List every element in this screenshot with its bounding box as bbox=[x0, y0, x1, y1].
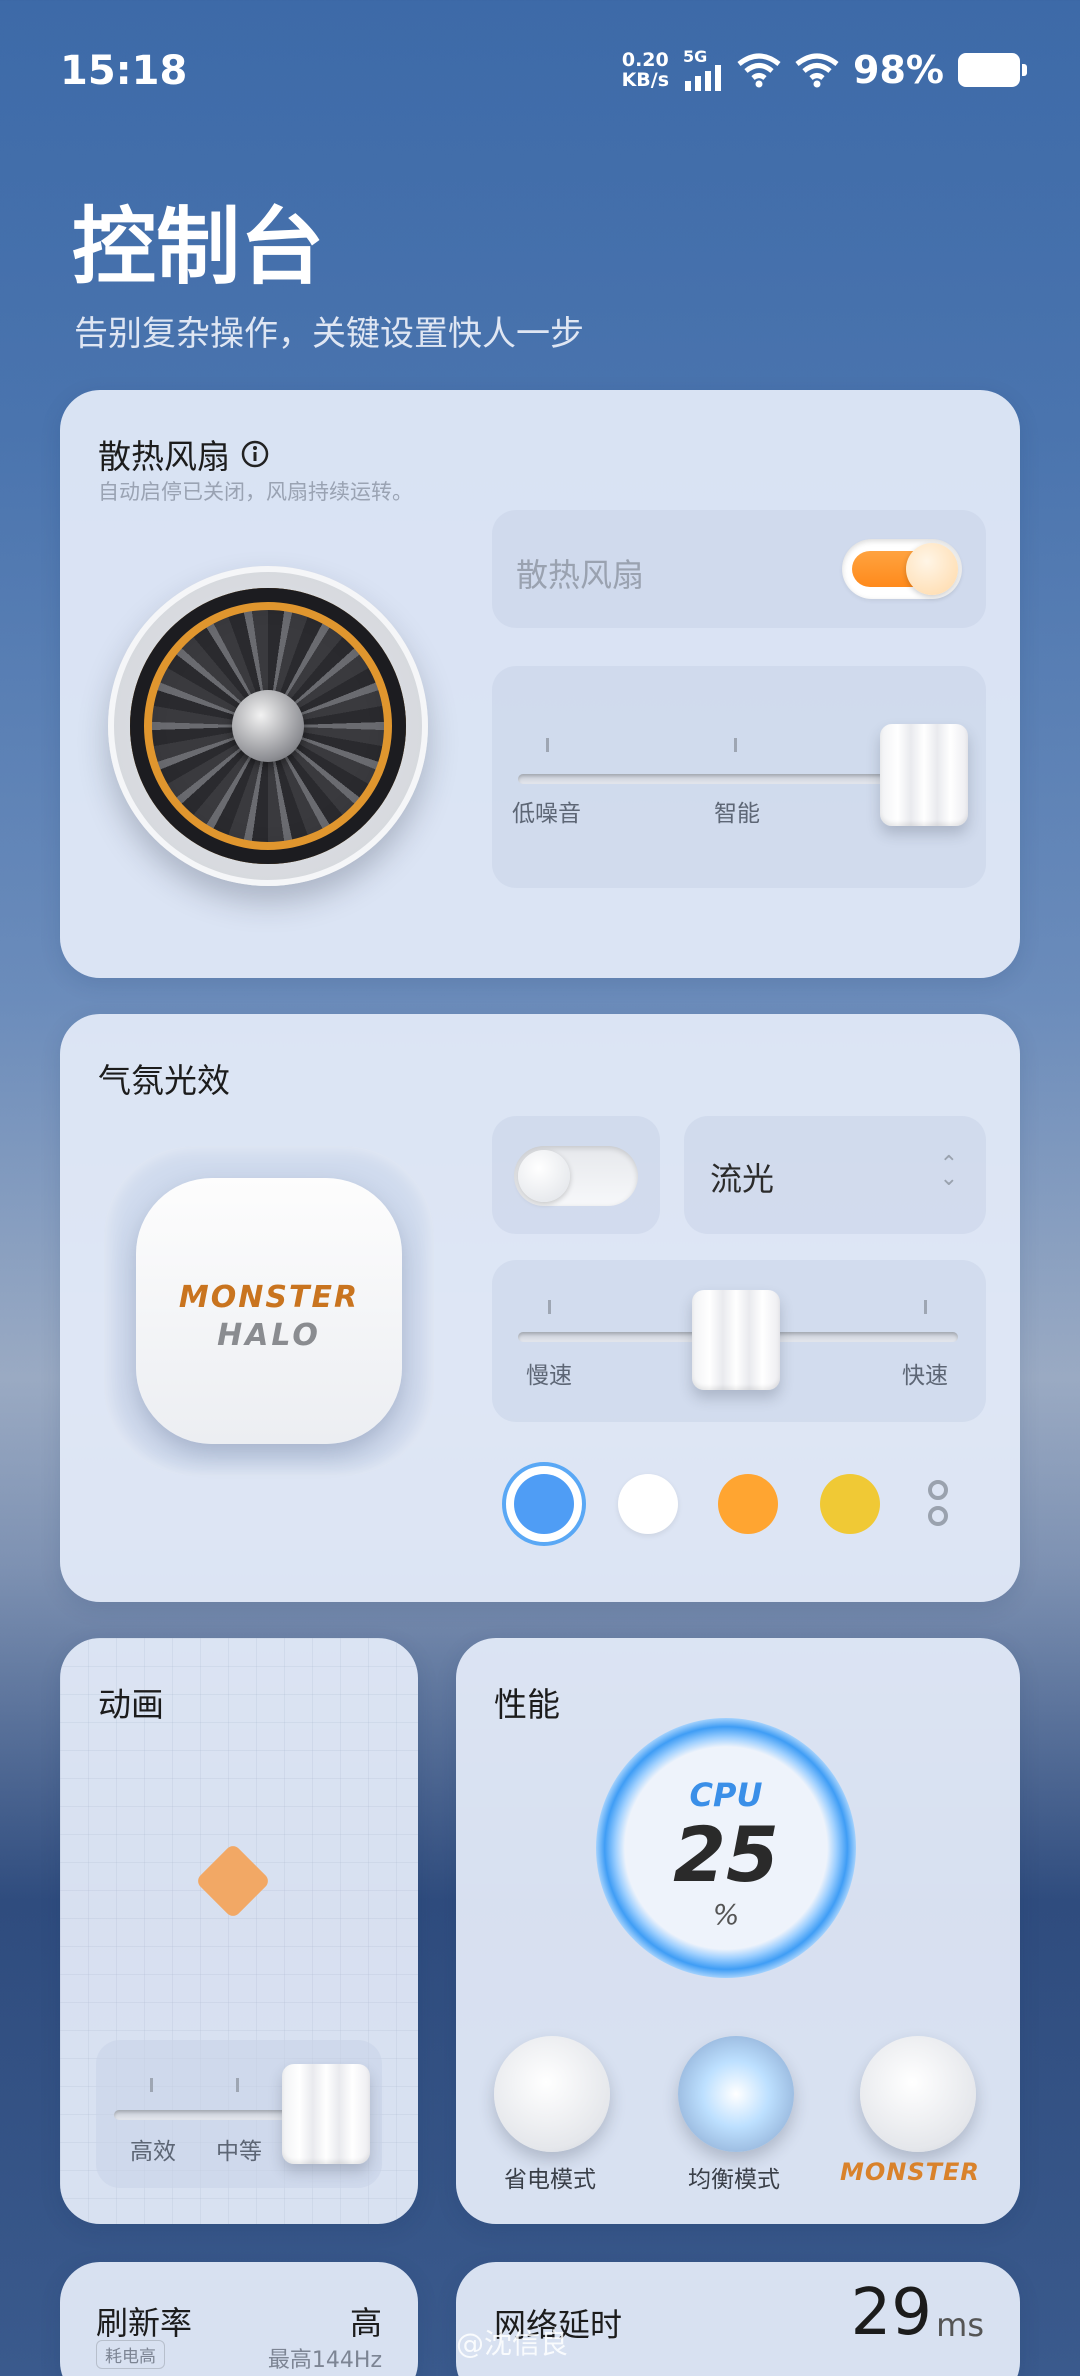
power-save-mode-label: 省电模式 bbox=[504, 2167, 596, 2193]
slider-tick bbox=[546, 738, 549, 752]
monster-halo-logo: MONSTER HALO bbox=[136, 1178, 402, 1444]
cpu-gauge-label: CPU bbox=[689, 1776, 763, 1814]
more-colors-icon[interactable] bbox=[928, 1480, 952, 1528]
speed-slider-handle[interactable] bbox=[692, 1290, 780, 1390]
fan-mode-slider-handle[interactable] bbox=[880, 724, 968, 826]
watermark: @沈信良 bbox=[456, 2327, 569, 2360]
brand-line-2: HALO bbox=[217, 1318, 321, 1353]
light-toggle-switch[interactable] bbox=[514, 1146, 638, 1206]
page-subtitle: 告别复杂操作，关键设置快人一步 bbox=[74, 314, 584, 354]
fan-mode-slider-panel: 低噪音 智能 bbox=[492, 666, 986, 888]
ambient-light-card: 气氛光效 MONSTER HALO 流光 ⌃ ⌄ 慢速 快速 bbox=[60, 1014, 1020, 1602]
cellular-signal-icon: 5G bbox=[683, 49, 723, 91]
slider-tick bbox=[734, 738, 737, 752]
performance-card-title: 性能 bbox=[494, 1685, 560, 1724]
slider-label-slow: 慢速 bbox=[526, 1363, 572, 1389]
refresh-rate-title: 刷新率 bbox=[96, 2304, 193, 2342]
light-card-title: 气氛光效 bbox=[98, 1061, 230, 1100]
slider-tick bbox=[548, 1300, 551, 1314]
slider-label-efficient: 高效 bbox=[130, 2139, 176, 2165]
page-title: 控制台 bbox=[72, 198, 325, 296]
status-time: 15:18 bbox=[60, 48, 188, 94]
cpu-gauge-unit: % bbox=[712, 1898, 740, 1931]
slider-label-medium: 中等 bbox=[216, 2139, 262, 2165]
network-speed-value: 0.20 bbox=[621, 49, 669, 71]
network-type: 5G bbox=[683, 47, 708, 66]
refresh-rate-detail: 最高144Hz bbox=[267, 2348, 382, 2373]
network-latency-unit: ms bbox=[936, 2306, 984, 2344]
slider-label-low-noise: 低噪音 bbox=[512, 801, 581, 827]
fan-toggle-panel[interactable]: 散热风扇 bbox=[492, 510, 986, 628]
animation-slider-panel: 高效 中等 bbox=[96, 2040, 382, 2188]
animation-card-title: 动画 bbox=[98, 1685, 164, 1724]
network-speed: 0.20 KB/s bbox=[622, 50, 669, 90]
color-swatch-blue[interactable] bbox=[502, 1462, 586, 1546]
info-icon[interactable] bbox=[240, 439, 270, 469]
light-toggle-panel[interactable] bbox=[492, 1116, 660, 1234]
color-swatch-yellow[interactable] bbox=[820, 1474, 880, 1534]
slider-tick bbox=[924, 1300, 927, 1314]
chevron-updown-icon: ⌃ ⌄ bbox=[939, 1152, 958, 1191]
cpu-gauge: CPU 25 % bbox=[596, 1718, 856, 1978]
balanced-mode-button[interactable] bbox=[678, 2036, 794, 2152]
color-swatch-orange[interactable] bbox=[718, 1474, 778, 1534]
status-bar: 15:18 0.20 KB/s 5G 98% bbox=[0, 0, 1080, 140]
power-usage-tag: 耗电高 bbox=[96, 2340, 165, 2369]
slider-label-smart: 智能 bbox=[714, 801, 760, 827]
network-latency-value: 29 bbox=[850, 2276, 932, 2350]
balanced-mode-label: 均衡模式 bbox=[688, 2167, 780, 2193]
slider-tick bbox=[150, 2078, 153, 2092]
fan-toggle-switch[interactable] bbox=[842, 539, 962, 599]
refresh-rate-card[interactable]: 刷新率 高 耗电高 最高144Hz bbox=[60, 2262, 418, 2376]
animation-slider-handle[interactable] bbox=[282, 2064, 370, 2164]
cpu-gauge-value: 25 bbox=[673, 1810, 779, 1899]
wifi-icon bbox=[737, 53, 781, 88]
effect-select[interactable]: 流光 ⌃ ⌄ bbox=[684, 1116, 986, 1234]
brand-line-1: MONSTER bbox=[178, 1280, 360, 1315]
speed-slider-panel: 慢速 快速 bbox=[492, 1260, 986, 1422]
fan-card-subtitle: 自动启停已关闭，风扇持续运转。 bbox=[98, 480, 413, 504]
animation-card: 动画 高效 中等 bbox=[60, 1638, 418, 2224]
effect-select-value: 流光 bbox=[710, 1160, 775, 1198]
color-swatch-white[interactable] bbox=[618, 1474, 678, 1534]
status-icons: 0.20 KB/s 5G 98% bbox=[622, 48, 1027, 92]
performance-card: 性能 CPU 25 % 省电模式 均衡模式 MONSTER bbox=[456, 1638, 1020, 2224]
battery-percent: 98% bbox=[853, 48, 944, 92]
fan-illustration bbox=[108, 566, 428, 886]
fan-card-title: 散热风扇 bbox=[98, 430, 270, 478]
wifi-icon-secondary bbox=[795, 53, 839, 88]
monster-mode-label: MONSTER bbox=[840, 2158, 980, 2186]
fan-card: 散热风扇 自动启停已关闭，风扇持续运转。 散热风扇 低噪音 智能 bbox=[60, 390, 1020, 978]
monster-halo-device: MONSTER HALO bbox=[104, 1146, 434, 1476]
battery-icon bbox=[958, 53, 1027, 87]
power-save-mode-button[interactable] bbox=[494, 2036, 610, 2152]
slider-label-fast: 快速 bbox=[902, 1363, 948, 1389]
fan-hub bbox=[232, 690, 304, 762]
fan-toggle-label: 散热风扇 bbox=[516, 556, 645, 594]
refresh-rate-value: 高 bbox=[349, 2304, 382, 2342]
fan-card-title-text: 散热风扇 bbox=[98, 437, 230, 476]
slider-tick bbox=[236, 2078, 239, 2092]
network-speed-unit: KB/s bbox=[621, 69, 670, 91]
monster-mode-button[interactable] bbox=[860, 2036, 976, 2152]
